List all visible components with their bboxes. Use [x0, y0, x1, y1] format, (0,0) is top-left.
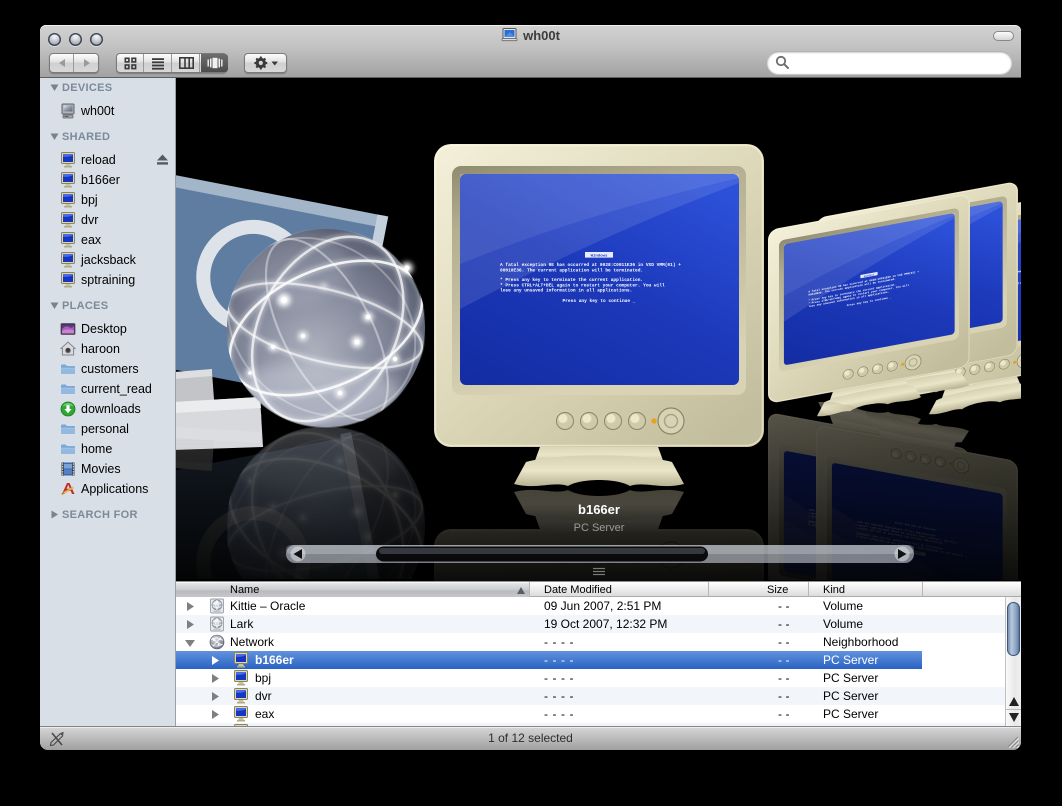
svg-text:b166er: b166er	[578, 502, 620, 517]
svg-text:PC Server: PC Server	[574, 522, 625, 534]
